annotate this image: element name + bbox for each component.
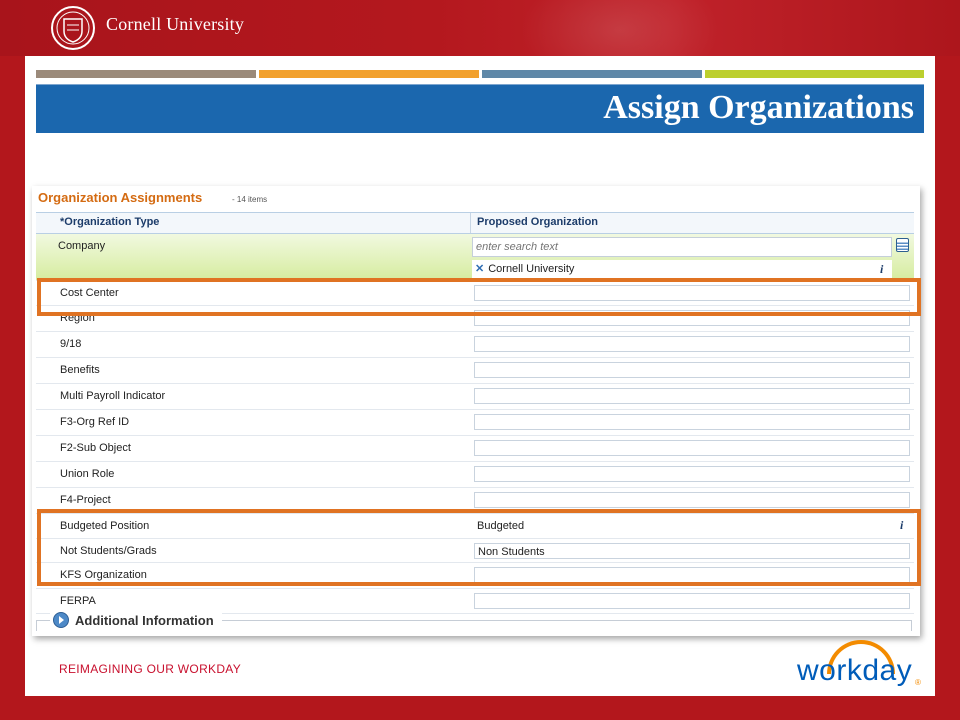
section-corner-right	[907, 620, 912, 631]
column-divider	[470, 213, 471, 233]
accent-stripe-3	[482, 70, 702, 78]
organization-field[interactable]	[474, 440, 910, 456]
company-search-input[interactable]	[472, 237, 892, 257]
organization-field[interactable]	[474, 593, 910, 609]
column-header-proposed-organization[interactable]: Proposed Organization	[477, 216, 598, 228]
highlight-box-cost-center	[37, 278, 921, 316]
organization-field[interactable]	[474, 336, 910, 352]
row-label: Benefits	[60, 364, 100, 376]
row-label: F2-Sub Object	[60, 442, 131, 454]
accent-stripe-2	[259, 70, 479, 78]
organization-field[interactable]	[474, 388, 910, 404]
additional-information-label: Additional Information	[75, 612, 214, 628]
title-bar: Assign Organizations	[36, 84, 924, 133]
table-row: Multi Payroll Indicator	[36, 384, 914, 410]
registered-mark: ®	[915, 678, 921, 687]
selected-company-pill: ✕ Cornell University	[472, 260, 892, 278]
table-row: Union Role	[36, 462, 914, 488]
remove-icon[interactable]: ✕	[475, 263, 484, 275]
column-header-organization-type[interactable]: *Organization Type	[60, 216, 159, 228]
expand-arrow-icon[interactable]	[53, 612, 69, 628]
grid-header: *Organization Type Proposed Organization	[36, 212, 914, 234]
workday-logo: workday ®	[797, 640, 927, 692]
table-row: F2-Sub Object	[36, 436, 914, 462]
organization-field[interactable]	[474, 466, 910, 482]
section-corner-left	[36, 620, 41, 631]
table-row: Benefits	[36, 358, 914, 384]
bottom-strip	[0, 696, 960, 720]
accent-stripe-1	[36, 70, 256, 78]
table-row: 9/18	[36, 332, 914, 358]
workday-wordmark: workday	[797, 654, 913, 687]
row-label: F3-Org Ref ID	[60, 416, 130, 428]
item-count: - 14 items	[232, 195, 268, 204]
prompt-list-icon[interactable]	[896, 238, 909, 252]
organization-field[interactable]	[474, 414, 910, 430]
row-label: 9/18	[60, 338, 82, 350]
table-row: F3-Org Ref ID	[36, 410, 914, 436]
additional-information-section: Additional Information	[36, 610, 912, 631]
info-icon[interactable]: i	[880, 262, 883, 277]
row-label: F4-Project	[60, 494, 111, 506]
cornell-seal-icon	[51, 6, 95, 50]
page-title: Assign Organizations	[603, 89, 914, 126]
row-label: Multi Payroll Indicator	[60, 390, 166, 402]
organization-field[interactable]	[474, 362, 910, 378]
additional-information-toggle[interactable]: Additional Information	[50, 612, 222, 628]
organization-field[interactable]	[474, 492, 910, 508]
highlight-box-budgeted-group	[37, 509, 921, 586]
header-bar: Cornell University	[0, 0, 960, 90]
row-label: FERPA	[60, 595, 96, 607]
table-row-company: Company ✕ Cornell University i	[36, 234, 914, 281]
row-label: Company	[58, 240, 106, 252]
footer-tagline: REIMAGINING OUR WORKDAY	[59, 662, 242, 676]
selected-company-value: Cornell University	[488, 263, 575, 275]
row-label: Union Role	[60, 468, 115, 480]
brand-name: Cornell University	[106, 14, 245, 34]
panel-title: Organization Assignments	[38, 190, 203, 205]
accent-stripe-4	[705, 70, 924, 78]
